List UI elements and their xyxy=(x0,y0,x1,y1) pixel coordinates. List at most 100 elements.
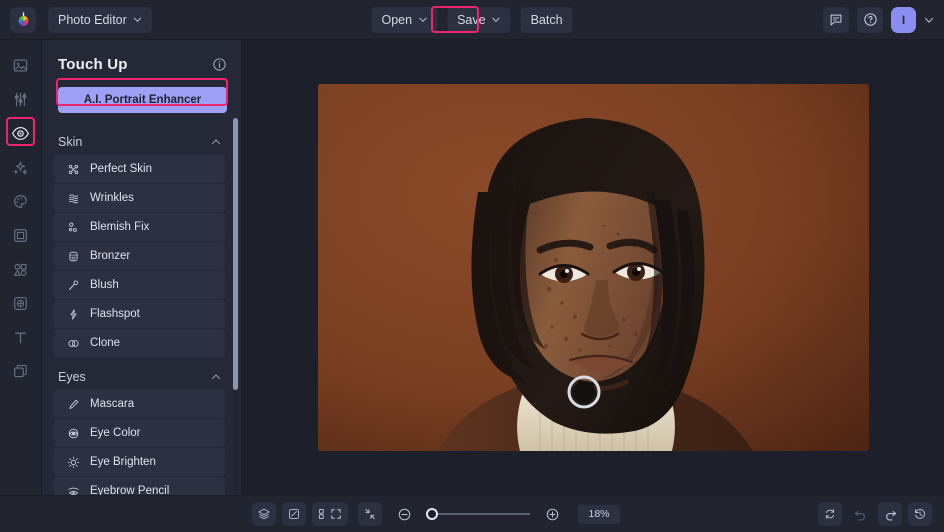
image-icon xyxy=(13,59,28,71)
reset-button[interactable] xyxy=(818,502,842,526)
open-button[interactable]: Open xyxy=(371,6,438,33)
history-controls xyxy=(818,502,944,526)
rail-item-layers[interactable] xyxy=(6,356,36,386)
tool-eye-color[interactable]: Eye Color xyxy=(54,419,225,447)
tool-clone[interactable]: Clone xyxy=(54,329,225,357)
tool-perfect-skin[interactable]: Perfect Skin xyxy=(54,155,225,183)
rail-item-touch-up[interactable] xyxy=(6,118,36,148)
eye-color-icon xyxy=(66,427,80,440)
account-actions-group: I xyxy=(823,6,944,33)
redo-button[interactable] xyxy=(878,502,902,526)
top-toolbar: Photo Editor Open Save Batch I xyxy=(0,0,944,40)
panel-scrollbar-thumb[interactable] xyxy=(233,118,238,390)
fit-screen-button[interactable] xyxy=(358,502,382,526)
lightning-icon xyxy=(66,308,80,321)
question-circle-icon xyxy=(863,13,877,26)
tool-mascara[interactable]: Mascara xyxy=(54,390,225,418)
rail-item-text[interactable] xyxy=(6,322,36,352)
chevron-up-icon xyxy=(211,372,221,382)
portrait-photo-image xyxy=(317,84,869,451)
rail-item-color[interactable] xyxy=(6,186,36,216)
zoom-controls: 18% xyxy=(324,502,620,526)
tool-blemish-fix[interactable]: Blemish Fix xyxy=(54,213,225,241)
tool-label: Blush xyxy=(90,279,119,291)
rail-item-effects[interactable] xyxy=(6,152,36,182)
blemish-fix-icon xyxy=(66,221,80,234)
compare-icon xyxy=(288,508,300,520)
portrait-photo[interactable] xyxy=(317,84,869,451)
brightness-icon xyxy=(66,456,80,469)
avatar[interactable]: I xyxy=(891,6,916,33)
file-actions-group: Open Save Batch xyxy=(371,6,573,33)
save-button[interactable]: Save xyxy=(447,6,511,33)
tool-label: Mascara xyxy=(90,398,135,410)
zoom-slider-track[interactable] xyxy=(438,513,530,515)
rail-item-image[interactable] xyxy=(6,50,36,80)
mascara-brush-icon xyxy=(66,398,80,411)
section-header-eyes[interactable]: Eyes xyxy=(42,358,233,390)
chevron-down-icon xyxy=(924,17,934,23)
fullscreen-button[interactable] xyxy=(324,502,348,526)
open-button-label: Open xyxy=(381,12,413,27)
tool-wrinkles[interactable]: Wrinkles xyxy=(54,184,225,212)
adjust-icon xyxy=(14,92,27,106)
tool-label: Perfect Skin xyxy=(90,163,152,175)
app-switcher-menu[interactable]: Photo Editor xyxy=(48,6,152,33)
tool-rail xyxy=(0,40,42,495)
tool-eye-brighten[interactable]: Eye Brighten xyxy=(54,448,225,476)
app-logo-button[interactable] xyxy=(10,6,36,33)
layers-icon xyxy=(14,364,27,377)
tool-blush[interactable]: Blush xyxy=(54,271,225,299)
avatar-initial: I xyxy=(901,12,906,27)
save-button-label: Save xyxy=(457,12,486,27)
info-button[interactable] xyxy=(212,57,227,72)
feedback-button[interactable] xyxy=(823,6,849,33)
rail-item-frames[interactable] xyxy=(6,220,36,250)
tool-label: Wrinkles xyxy=(90,192,134,204)
touch-up-panel: Touch Up A.I. Portrait Enhancer Skin Per… xyxy=(42,40,242,495)
chevron-down-icon xyxy=(492,15,501,24)
section-label-skin: Skin xyxy=(58,135,83,149)
undo-button[interactable] xyxy=(848,502,872,526)
history-button[interactable] xyxy=(908,502,932,526)
tool-label: Eye Brighten xyxy=(90,456,156,468)
tool-label: Flashspot xyxy=(90,308,140,320)
panel-scroll-area: Skin Perfect Skin Wrinkles Blemish Fix B… xyxy=(42,127,241,495)
zoom-in-button[interactable] xyxy=(540,502,564,526)
batch-button[interactable]: Batch xyxy=(520,6,573,33)
rail-item-textures[interactable] xyxy=(6,288,36,318)
sparkles-icon xyxy=(13,161,28,175)
chevron-up-icon xyxy=(211,137,221,147)
ai-portrait-enhancer-button[interactable]: A.I. Portrait Enhancer xyxy=(58,87,227,113)
rail-item-adjust[interactable] xyxy=(6,84,36,114)
tool-flashspot[interactable]: Flashspot xyxy=(54,300,225,328)
layers-stack-button[interactable] xyxy=(252,502,276,526)
account-menu-toggle[interactable] xyxy=(924,15,934,25)
page-title: Touch Up xyxy=(58,56,128,73)
blush-brush-icon xyxy=(66,279,80,292)
info-circle-icon xyxy=(213,58,226,71)
layers-stack-icon xyxy=(258,508,270,520)
section-header-skin[interactable]: Skin xyxy=(42,127,233,155)
zoom-slider[interactable] xyxy=(426,508,530,520)
zoom-level-value[interactable]: 18% xyxy=(578,504,620,524)
wrinkles-icon xyxy=(66,192,80,205)
app-switcher-label: Photo Editor xyxy=(58,12,127,27)
help-button[interactable] xyxy=(857,6,883,33)
canvas-area[interactable] xyxy=(242,40,944,495)
tool-label: Bronzer xyxy=(90,250,131,262)
clone-icon xyxy=(66,337,80,350)
zoom-out-button[interactable] xyxy=(392,502,416,526)
tool-eyebrow-pencil[interactable]: Eyebrow Pencil xyxy=(54,477,225,495)
panel-header: Touch Up xyxy=(42,40,241,83)
frame-icon xyxy=(14,228,27,242)
eyebrow-icon xyxy=(66,485,80,496)
bottom-left-tools xyxy=(0,502,336,526)
zoom-slider-handle[interactable] xyxy=(426,508,438,520)
tool-bronzer[interactable]: Bronzer xyxy=(54,242,225,270)
batch-button-label: Batch xyxy=(530,12,563,27)
tool-label: Eye Color xyxy=(90,427,141,439)
compare-button[interactable] xyxy=(282,502,306,526)
rail-item-elements[interactable] xyxy=(6,254,36,284)
tool-label: Eyebrow Pencil xyxy=(90,485,170,495)
